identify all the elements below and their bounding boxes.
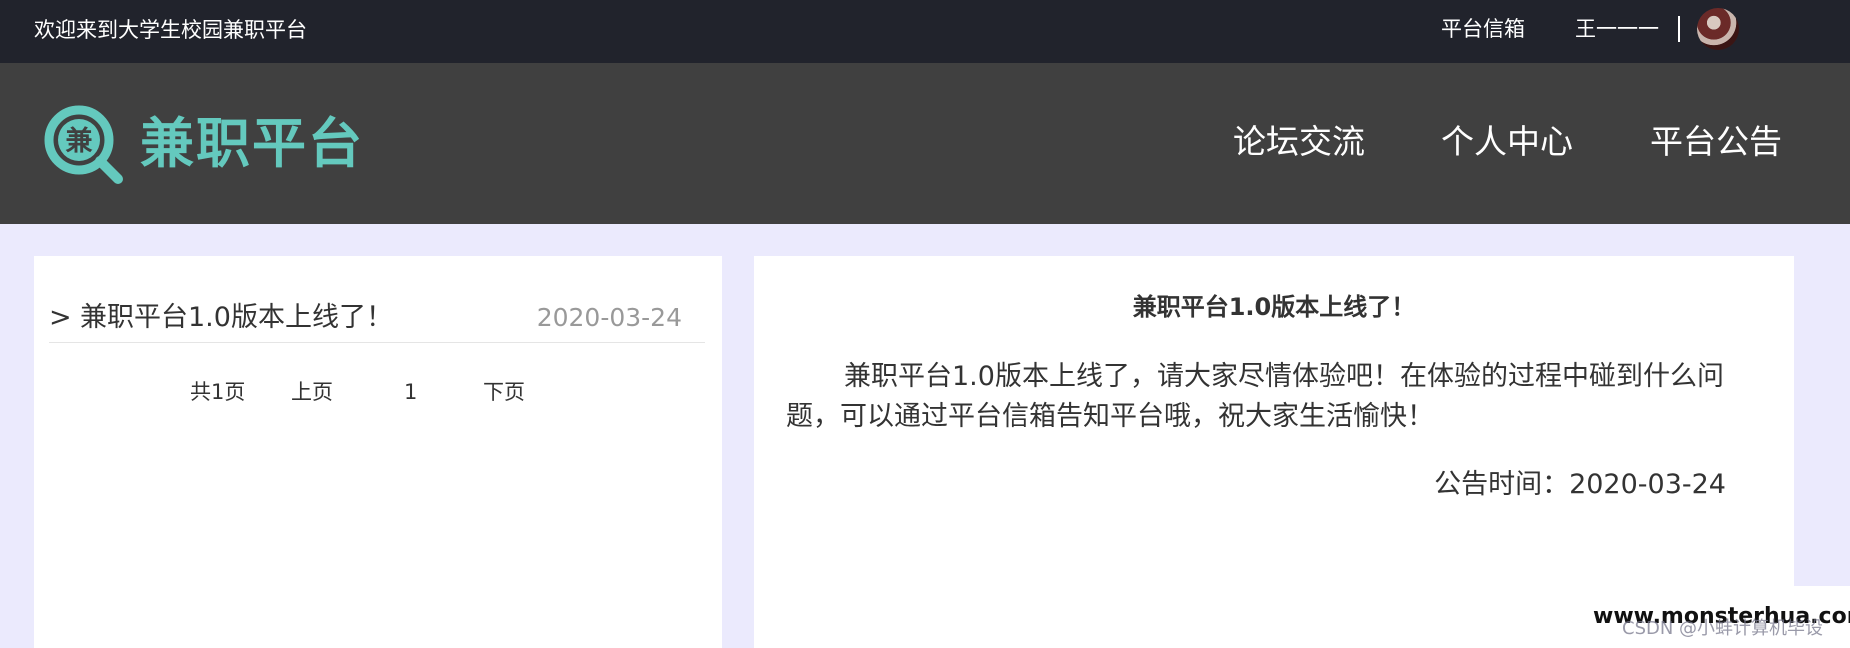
logo-text: 兼职平台	[140, 112, 364, 175]
welcome-text: 欢迎来到大学生校园兼职平台	[34, 18, 307, 42]
nav-platform-notice[interactable]: 平台公告	[1650, 121, 1782, 163]
logo-search-icon: 兼	[44, 105, 123, 184]
top-bar: 欢迎来到大学生校园兼职平台 平台信箱 王一一一	[0, 0, 1850, 63]
divider	[1678, 16, 1680, 42]
nav-personal-center[interactable]: 个人中心	[1441, 121, 1573, 163]
notice-item-title[interactable]: 兼职平台1.0版本上线了！	[80, 302, 393, 334]
nav-forum[interactable]: 论坛交流	[1233, 121, 1365, 163]
mailbox-link[interactable]: 平台信箱	[1441, 16, 1525, 42]
header: 兼 兼职平台 论坛交流 个人中心 平台公告	[0, 63, 1850, 224]
notice-list-item[interactable]: > 兼职平台1.0版本上线了！ 2020-03-24	[49, 256, 705, 343]
page-total: 共1页	[190, 380, 246, 404]
next-page-link[interactable]: 下页	[483, 379, 525, 405]
chevron-right-icon: >	[49, 302, 72, 333]
csdn-watermark: CSDN @小蚌计算机毕设	[1622, 618, 1824, 639]
prev-page-link[interactable]: 上页	[291, 379, 333, 405]
notice-item-date: 2020-03-24	[536, 303, 682, 332]
notice-detail-title: 兼职平台1.0版本上线了！	[1132, 293, 1416, 321]
username-link[interactable]: 王一一一	[1575, 16, 1659, 42]
notice-detail-body: 兼职平台1.0版本上线了，请大家尽情体验吧！在体验的过程中碰到什么问题，可以通过…	[786, 361, 1724, 432]
logo-glyph: 兼	[66, 125, 93, 157]
page-number-link[interactable]: 1	[404, 379, 417, 405]
notice-detail-time: 公告时间：2020-03-24	[1434, 469, 1726, 500]
notice-list-panel: > 兼职平台1.0版本上线了！ 2020-03-24 共1页 上页 1 下页	[34, 256, 722, 648]
avatar[interactable]	[1697, 8, 1739, 50]
